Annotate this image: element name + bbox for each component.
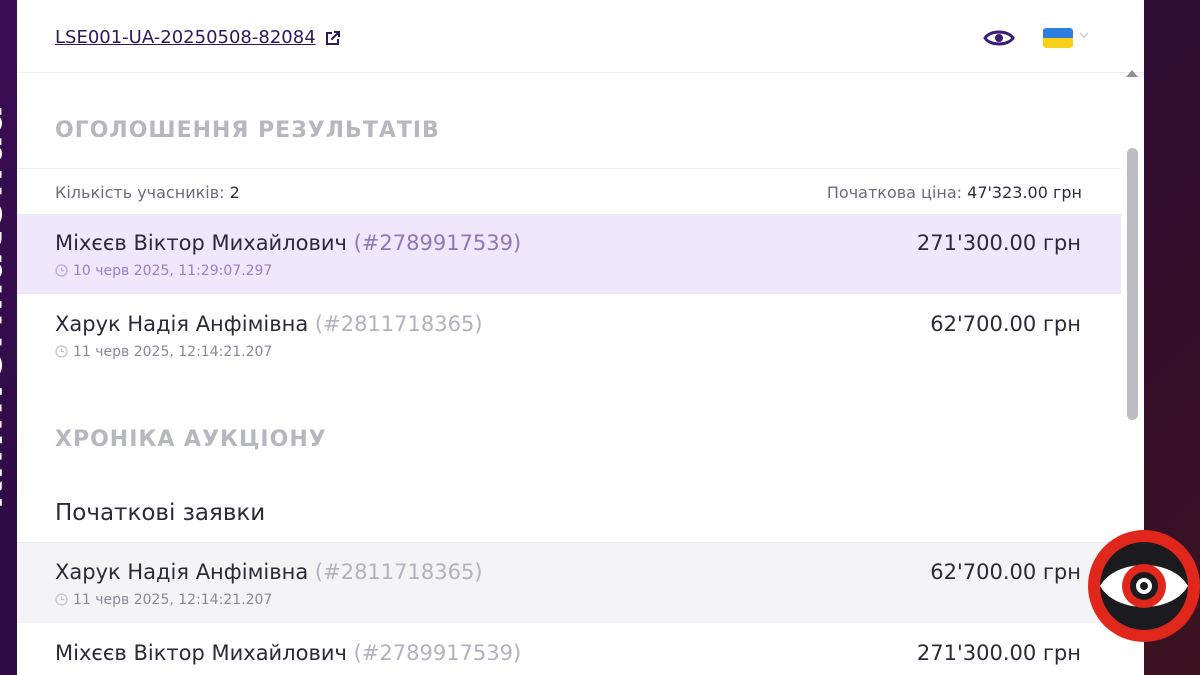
eye-icon[interactable] <box>983 26 1015 50</box>
chronicle-section-title: ХРОНІКА АУКЦІОНУ <box>55 427 327 452</box>
participant-id: (#2811718365) <box>314 560 483 584</box>
lot-link[interactable]: LSE001-UA-20250508-82084 <box>55 27 316 48</box>
start-price: Початкова ціна: 47'323.00 грн <box>826 183 1082 202</box>
clock-icon <box>55 345 68 358</box>
participant-id: (#2789917539) <box>353 231 522 255</box>
participant-name: Харук Надія Анфімівна (#2811718365) <box>55 312 483 336</box>
bid-time: 11 черв 2025, 12:14:21.207 <box>55 344 272 360</box>
bid-price: 62'700.00 грн <box>930 560 1081 584</box>
informator-logo <box>1088 530 1200 642</box>
auction-card: LSE001-UA-20250508-82084 ОГОЛОШЕННЯ РЕЗУ… <box>17 0 1144 675</box>
participant-id: (#2811718365) <box>314 312 483 336</box>
participant-id: (#2789917539) <box>353 641 522 665</box>
chronicle-row: Харук Надія Анфімівна (#2811718365) 11 ч… <box>17 543 1121 623</box>
bid-time: 10 черв 2025, 11:29:07.297 <box>55 263 272 279</box>
divider <box>17 168 1121 169</box>
chevron-down-icon[interactable] <box>1079 31 1089 39</box>
bid-price: 271'300.00 грн <box>916 641 1081 665</box>
bid-time: 11 черв 2025, 12:14:21.207 <box>55 592 272 608</box>
results-section-title: ОГОЛОШЕННЯ РЕЗУЛЬТАТІВ <box>55 118 440 143</box>
participant-name: Міхєєв Віктор Михайлович (#2789917539) <box>55 231 522 255</box>
top-bar: LSE001-UA-20250508-82084 <box>17 0 1144 73</box>
bid-price: 271'300.00 грн <box>916 231 1081 255</box>
participant-name: Харук Надія Анфімівна (#2811718365) <box>55 560 483 584</box>
scroll-up-icon[interactable] <box>1125 68 1139 78</box>
result-row: Харук Надія Анфімівна (#2811718365) 11 ч… <box>17 295 1121 375</box>
external-link-icon[interactable] <box>324 29 342 47</box>
result-row: Міхєєв Віктор Михайлович (#2789917539) 1… <box>17 214 1121 294</box>
participant-name: Міхєєв Віктор Михайлович (#2789917539) <box>55 641 522 665</box>
watermark-text: kl.informator.ua <box>0 103 14 511</box>
clock-icon <box>55 593 68 606</box>
language-flag[interactable] <box>1043 28 1073 48</box>
initial-bids-heading: Початкові заявки <box>55 500 266 526</box>
participants-count: Кількість учасників: 2 <box>55 183 240 202</box>
clock-icon <box>55 264 68 277</box>
scrollbar-thumb[interactable] <box>1127 148 1138 420</box>
chronicle-row: Міхєєв Віктор Михайлович (#2789917539) 2… <box>17 624 1121 675</box>
bid-price: 62'700.00 грн <box>930 312 1081 336</box>
